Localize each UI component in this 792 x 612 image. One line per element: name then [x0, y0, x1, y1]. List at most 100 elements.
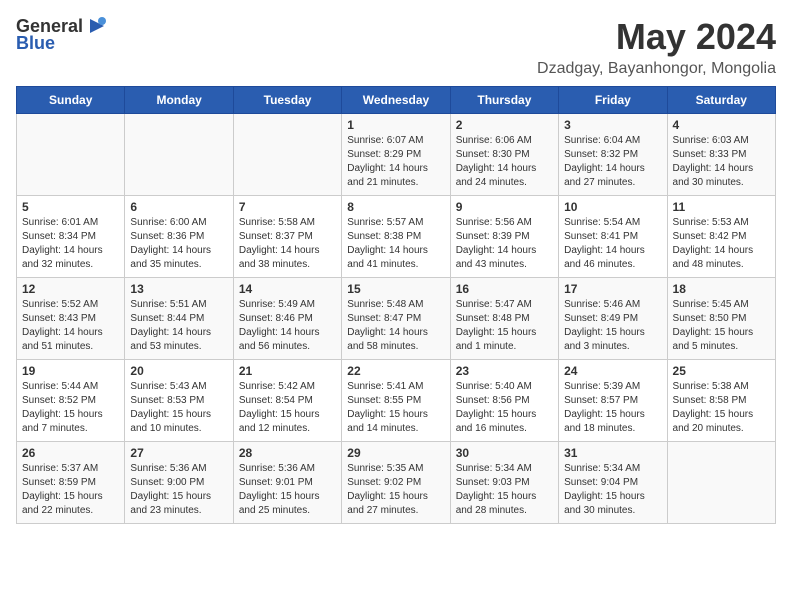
- calendar-cell: 19Sunrise: 5:44 AMSunset: 8:52 PMDayligh…: [17, 360, 125, 442]
- calendar-cell: 16 Sunrise: 5:47 AMSunset: 8:48 PMDayligh…: [450, 278, 558, 360]
- logo: General Blue: [16, 16, 108, 54]
- location-title: Dzadgay, Bayanhongor, Mongolia: [537, 60, 776, 78]
- day-number: 23: [456, 364, 553, 378]
- day-number: 1: [347, 118, 444, 132]
- cell-info: Sunrise: 5:46 AMSunset: 8:49 PMDaylight:…: [564, 298, 661, 354]
- day-number: 20: [130, 364, 227, 378]
- weekday-header-sunday: Sunday: [17, 87, 125, 114]
- day-number: 28: [239, 446, 336, 460]
- day-number: 15: [347, 282, 444, 296]
- weekday-header-saturday: Saturday: [667, 87, 775, 114]
- day-number: 8: [347, 200, 444, 214]
- calendar-cell: 30Sunrise: 5:34 AMSunset: 9:03 PMDayligh…: [450, 442, 558, 524]
- cell-info: Sunrise: 6:07 AMSunset: 8:29 PMDaylight:…: [347, 134, 444, 190]
- calendar-header: SundayMondayTuesdayWednesdayThursdayFrid…: [17, 87, 776, 114]
- calendar-cell: 27 Sunrise: 5:36 AMSunset: 9:00 PMDayligh…: [125, 442, 233, 524]
- cell-info: Sunrise: 6:00 AMSunset: 8:36 PMDaylight:…: [130, 216, 227, 272]
- calendar-cell: 2 Sunrise: 6:06 AMSunset: 8:30 PMDaylight…: [450, 114, 558, 196]
- title-block: May 2024 Dzadgay, Bayanhongor, Mongolia: [537, 16, 776, 78]
- weekday-header-row: SundayMondayTuesdayWednesdayThursdayFrid…: [17, 87, 776, 114]
- calendar-cell: 25 Sunrise: 5:38 AMSunset: 8:58 PMDayligh…: [667, 360, 775, 442]
- calendar-cell: 28 Sunrise: 5:36 AMSunset: 9:01 PMDayligh…: [233, 442, 341, 524]
- day-number: 29: [347, 446, 444, 460]
- cell-info: Sunrise: 6:06 AMSunset: 8:30 PMDaylight:…: [456, 134, 553, 190]
- calendar-cell: 10Sunrise: 5:54 AMSunset: 8:41 PMDayligh…: [559, 196, 667, 278]
- cell-info: Sunrise: 5:41 AMSunset: 8:55 PMDaylight:…: [347, 380, 444, 436]
- calendar-week-row: 5 Sunrise: 6:01 AMSunset: 8:34 PMDaylight…: [17, 196, 776, 278]
- calendar-cell: 6 Sunrise: 6:00 AMSunset: 8:36 PMDaylight…: [125, 196, 233, 278]
- calendar-week-row: 19Sunrise: 5:44 AMSunset: 8:52 PMDayligh…: [17, 360, 776, 442]
- cell-info: Sunrise: 5:42 AMSunset: 8:54 PMDaylight:…: [239, 380, 336, 436]
- calendar-week-row: 1 Sunrise: 6:07 AMSunset: 8:29 PMDaylight…: [17, 114, 776, 196]
- day-number: 9: [456, 200, 553, 214]
- cell-info: Sunrise: 5:57 AMSunset: 8:38 PMDaylight:…: [347, 216, 444, 272]
- day-number: 7: [239, 200, 336, 214]
- calendar-cell: 14 Sunrise: 5:49 AMSunset: 8:46 PMDayligh…: [233, 278, 341, 360]
- calendar-cell: 1 Sunrise: 6:07 AMSunset: 8:29 PMDaylight…: [342, 114, 450, 196]
- weekday-header-thursday: Thursday: [450, 87, 558, 114]
- cell-info: Sunrise: 5:35 AMSunset: 9:02 PMDaylight:…: [347, 462, 444, 518]
- calendar-cell: 9 Sunrise: 5:56 AMSunset: 8:39 PMDaylight…: [450, 196, 558, 278]
- calendar-week-row: 12 Sunrise: 5:52 AMSunset: 8:43 PMDayligh…: [17, 278, 776, 360]
- calendar-cell: [125, 114, 233, 196]
- day-number: 3: [564, 118, 661, 132]
- day-number: 26: [22, 446, 119, 460]
- cell-info: Sunrise: 5:36 AMSunset: 9:00 PMDaylight:…: [130, 462, 227, 518]
- cell-info: Sunrise: 5:52 AMSunset: 8:43 PMDaylight:…: [22, 298, 119, 354]
- day-number: 25: [673, 364, 770, 378]
- day-number: 17: [564, 282, 661, 296]
- calendar-cell: 26 Sunrise: 5:37 AMSunset: 8:59 PMDayligh…: [17, 442, 125, 524]
- cell-info: Sunrise: 6:04 AMSunset: 8:32 PMDaylight:…: [564, 134, 661, 190]
- cell-info: Sunrise: 5:48 AMSunset: 8:47 PMDaylight:…: [347, 298, 444, 354]
- cell-info: Sunrise: 5:36 AMSunset: 9:01 PMDaylight:…: [239, 462, 336, 518]
- cell-info: Sunrise: 5:45 AMSunset: 8:50 PMDaylight:…: [673, 298, 770, 354]
- calendar-cell: 22 Sunrise: 5:41 AMSunset: 8:55 PMDayligh…: [342, 360, 450, 442]
- cell-info: Sunrise: 5:43 AMSunset: 8:53 PMDaylight:…: [130, 380, 227, 436]
- month-title: May 2024: [537, 16, 776, 58]
- cell-info: Sunrise: 6:01 AMSunset: 8:34 PMDaylight:…: [22, 216, 119, 272]
- calendar-cell: 24Sunrise: 5:39 AMSunset: 8:57 PMDayligh…: [559, 360, 667, 442]
- page-header: General Blue May 2024 Dzadgay, Bayanhong…: [16, 16, 776, 78]
- calendar-cell: 31Sunrise: 5:34 AMSunset: 9:04 PMDayligh…: [559, 442, 667, 524]
- cell-info: Sunrise: 5:51 AMSunset: 8:44 PMDaylight:…: [130, 298, 227, 354]
- day-number: 11: [673, 200, 770, 214]
- cell-info: Sunrise: 5:53 AMSunset: 8:42 PMDaylight:…: [673, 216, 770, 272]
- calendar-table: SundayMondayTuesdayWednesdayThursdayFrid…: [16, 86, 776, 524]
- calendar-cell: 4Sunrise: 6:03 AMSunset: 8:33 PMDaylight…: [667, 114, 775, 196]
- day-number: 14: [239, 282, 336, 296]
- calendar-body: 1 Sunrise: 6:07 AMSunset: 8:29 PMDaylight…: [17, 114, 776, 524]
- calendar-cell: 12 Sunrise: 5:52 AMSunset: 8:43 PMDayligh…: [17, 278, 125, 360]
- cell-info: Sunrise: 5:40 AMSunset: 8:56 PMDaylight:…: [456, 380, 553, 436]
- calendar-cell: 7 Sunrise: 5:58 AMSunset: 8:37 PMDaylight…: [233, 196, 341, 278]
- weekday-header-friday: Friday: [559, 87, 667, 114]
- day-number: 27: [130, 446, 227, 460]
- logo-icon: [86, 15, 108, 37]
- calendar-cell: 20 Sunrise: 5:43 AMSunset: 8:53 PMDayligh…: [125, 360, 233, 442]
- day-number: 31: [564, 446, 661, 460]
- cell-info: Sunrise: 5:58 AMSunset: 8:37 PMDaylight:…: [239, 216, 336, 272]
- calendar-cell: 18Sunrise: 5:45 AMSunset: 8:50 PMDayligh…: [667, 278, 775, 360]
- day-number: 24: [564, 364, 661, 378]
- weekday-header-monday: Monday: [125, 87, 233, 114]
- calendar-cell: 5 Sunrise: 6:01 AMSunset: 8:34 PMDaylight…: [17, 196, 125, 278]
- calendar-cell: 21 Sunrise: 5:42 AMSunset: 8:54 PMDayligh…: [233, 360, 341, 442]
- day-number: 16: [456, 282, 553, 296]
- calendar-cell: 23 Sunrise: 5:40 AMSunset: 8:56 PMDayligh…: [450, 360, 558, 442]
- day-number: 22: [347, 364, 444, 378]
- calendar-cell: [667, 442, 775, 524]
- cell-info: Sunrise: 5:37 AMSunset: 8:59 PMDaylight:…: [22, 462, 119, 518]
- calendar-cell: 29 Sunrise: 5:35 AMSunset: 9:02 PMDayligh…: [342, 442, 450, 524]
- cell-info: Sunrise: 5:47 AMSunset: 8:48 PMDaylight:…: [456, 298, 553, 354]
- cell-info: Sunrise: 5:38 AMSunset: 8:58 PMDaylight:…: [673, 380, 770, 436]
- day-number: 6: [130, 200, 227, 214]
- calendar-cell: [233, 114, 341, 196]
- day-number: 21: [239, 364, 336, 378]
- day-number: 2: [456, 118, 553, 132]
- day-number: 12: [22, 282, 119, 296]
- day-number: 5: [22, 200, 119, 214]
- cell-info: Sunrise: 5:34 AMSunset: 9:03 PMDaylight:…: [456, 462, 553, 518]
- calendar-cell: [17, 114, 125, 196]
- cell-info: Sunrise: 5:49 AMSunset: 8:46 PMDaylight:…: [239, 298, 336, 354]
- weekday-header-wednesday: Wednesday: [342, 87, 450, 114]
- cell-info: Sunrise: 5:56 AMSunset: 8:39 PMDaylight:…: [456, 216, 553, 272]
